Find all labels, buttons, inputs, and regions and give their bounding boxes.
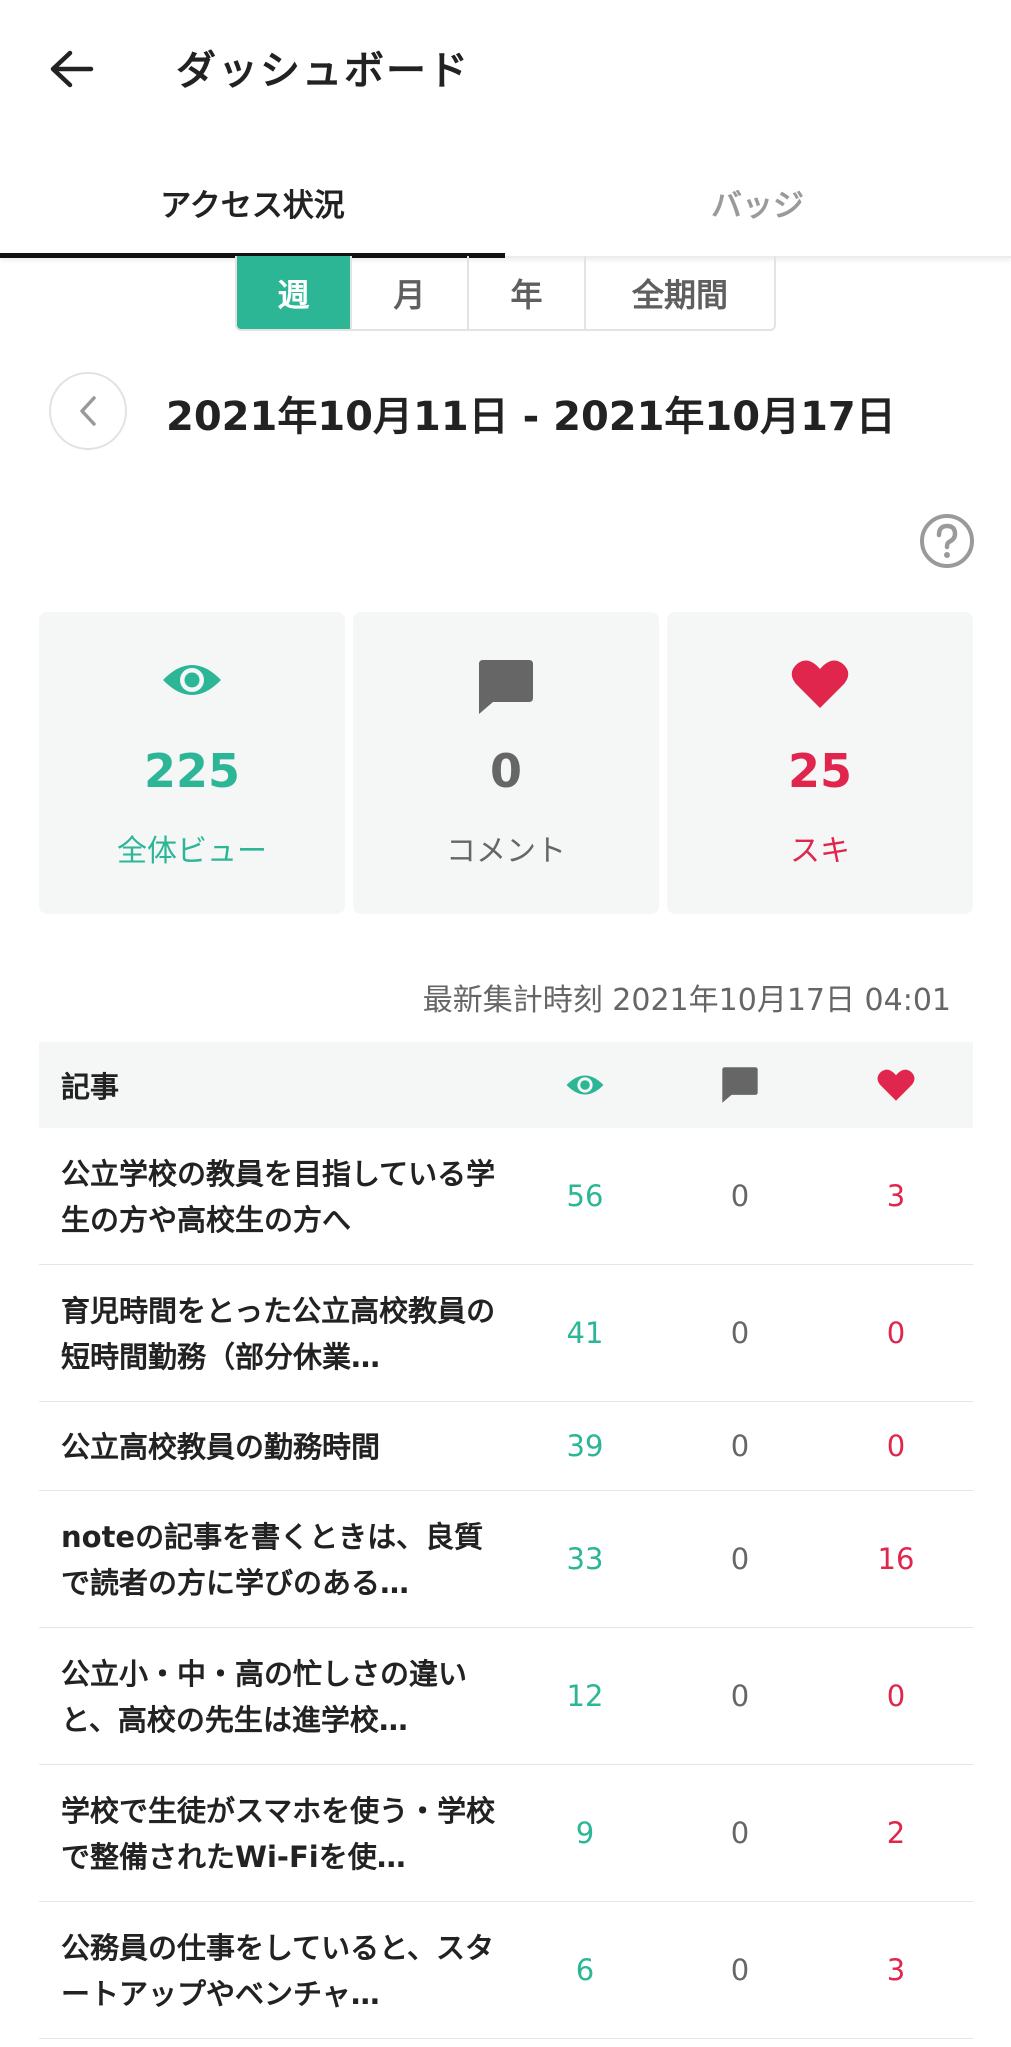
- article-comments: 0: [730, 1953, 750, 1987]
- comment-icon: [722, 1067, 758, 1103]
- tab-bar: アクセス状況 バッジ: [0, 150, 1011, 258]
- article-likes: 3: [886, 1953, 906, 1987]
- article-likes: 2: [886, 1816, 906, 1850]
- likes-column-header: [836, 1042, 956, 1128]
- tab-access-status[interactable]: アクセス状況: [0, 150, 505, 254]
- heart-icon: [877, 1069, 915, 1101]
- article-title: 公務員の仕事をしていると、スタートアップやベンチャ…: [61, 1930, 494, 2011]
- likes-label: スキ: [790, 834, 850, 869]
- period-year-button[interactable]: 年: [469, 256, 586, 329]
- article-title: 公立学校の教員を目指している学生の方や高校生の方へ: [61, 1156, 496, 1237]
- period-selector: 週 月 年 全期間: [235, 256, 776, 331]
- article-comments: 0: [730, 1179, 750, 1213]
- table-row[interactable]: noteの記事を書くときは、良質で読者の方に学びのある… 33 0 16: [39, 1491, 973, 1628]
- heart-icon: [791, 660, 849, 708]
- views-card: 225 全体ビュー: [39, 612, 345, 914]
- article-likes: 3: [886, 1179, 906, 1213]
- article-comments: 0: [730, 1542, 750, 1576]
- article-likes: 0: [886, 1316, 906, 1350]
- date-range: 2021年10月11日 - 2021年10月17日: [166, 394, 896, 440]
- article-views: 9: [575, 1816, 595, 1850]
- views-label: 全体ビュー: [117, 834, 267, 869]
- period-month-button[interactable]: 月: [352, 256, 469, 329]
- table-row[interactable]: 公立小・中・高の忙しさの違いと、高校の先生は進学校… 12 0 0: [39, 1628, 973, 1765]
- article-title: 公立小・中・高の忙しさの違いと、高校の先生は進学校…: [61, 1656, 468, 1737]
- likes-total: 25: [787, 744, 852, 798]
- help-icon: [920, 514, 974, 568]
- table-header: 記事: [39, 1042, 973, 1128]
- last-updated: 最新集計時刻 2021年10月17日 04:01: [422, 983, 951, 1018]
- eye-icon: [566, 1075, 604, 1095]
- back-button[interactable]: [38, 36, 104, 102]
- page-title: ダッシュボード: [176, 48, 470, 94]
- article-likes: 16: [877, 1542, 915, 1576]
- arrow-left-icon: [50, 50, 94, 88]
- article-title: 学校で生徒がスマホを使う・学校で整備されたWi-Fiを使…: [61, 1793, 496, 1874]
- likes-card: 25 スキ: [667, 612, 973, 914]
- article-views: 41: [566, 1316, 604, 1350]
- table-row[interactable]: 学校で生徒がスマホを使う・学校で整備されたWi-Fiを使… 9 0 2: [39, 1765, 973, 1902]
- table-row[interactable]: 公立学校の教員を目指している学生の方や高校生の方へ 56 0 3: [39, 1128, 973, 1265]
- article-title: 育児時間をとった公立高校教員の短時間勤務（部分休業…: [61, 1293, 496, 1374]
- table-row[interactable]: 育児時間をとった公立高校教員の短時間勤務（部分休業… 41 0 0: [39, 1265, 973, 1402]
- article-title: 公立高校教員の勤務時間: [61, 1429, 381, 1464]
- article-views: 12: [566, 1679, 604, 1713]
- comments-label: コメント: [446, 834, 566, 869]
- article-likes: 0: [886, 1429, 906, 1463]
- article-likes: 0: [886, 1679, 906, 1713]
- article-comments: 0: [730, 1316, 750, 1350]
- article-views: 56: [566, 1179, 604, 1213]
- eye-icon: [163, 665, 221, 695]
- article-comments: 0: [730, 1429, 750, 1463]
- chevron-left-icon: [80, 396, 96, 426]
- comments-total: 0: [489, 744, 522, 798]
- article-views: 39: [566, 1429, 604, 1463]
- article-table: 記事 公立学校の教員を目指している学生の方や高校生の方へ 56 0 3 育児時間…: [39, 1042, 973, 2039]
- tab-badges[interactable]: バッジ: [505, 150, 1010, 254]
- table-row[interactable]: 公務員の仕事をしていると、スタートアップやベンチャ… 6 0 3: [39, 1902, 973, 2039]
- article-title: noteの記事を書くときは、良質で読者の方に学びのある…: [61, 1519, 484, 1600]
- comments-column-header: [680, 1042, 800, 1128]
- comment-icon: [479, 660, 533, 714]
- article-comments: 0: [730, 1679, 750, 1713]
- article-views: 33: [566, 1542, 604, 1576]
- previous-period-button[interactable]: [49, 372, 127, 450]
- period-week-button[interactable]: 週: [237, 256, 352, 329]
- views-column-header: [525, 1042, 645, 1128]
- app-header: ダッシュボード: [0, 0, 1011, 135]
- comments-card: 0 コメント: [353, 612, 659, 914]
- article-comments: 0: [730, 1816, 750, 1850]
- help-button[interactable]: [918, 512, 976, 570]
- views-total: 225: [143, 744, 241, 798]
- period-all-button[interactable]: 全期間: [586, 256, 774, 329]
- table-row[interactable]: 公立高校教員の勤務時間 39 0 0: [39, 1402, 973, 1491]
- article-column-header: 記事: [61, 1070, 120, 1104]
- article-views: 6: [575, 1953, 595, 1987]
